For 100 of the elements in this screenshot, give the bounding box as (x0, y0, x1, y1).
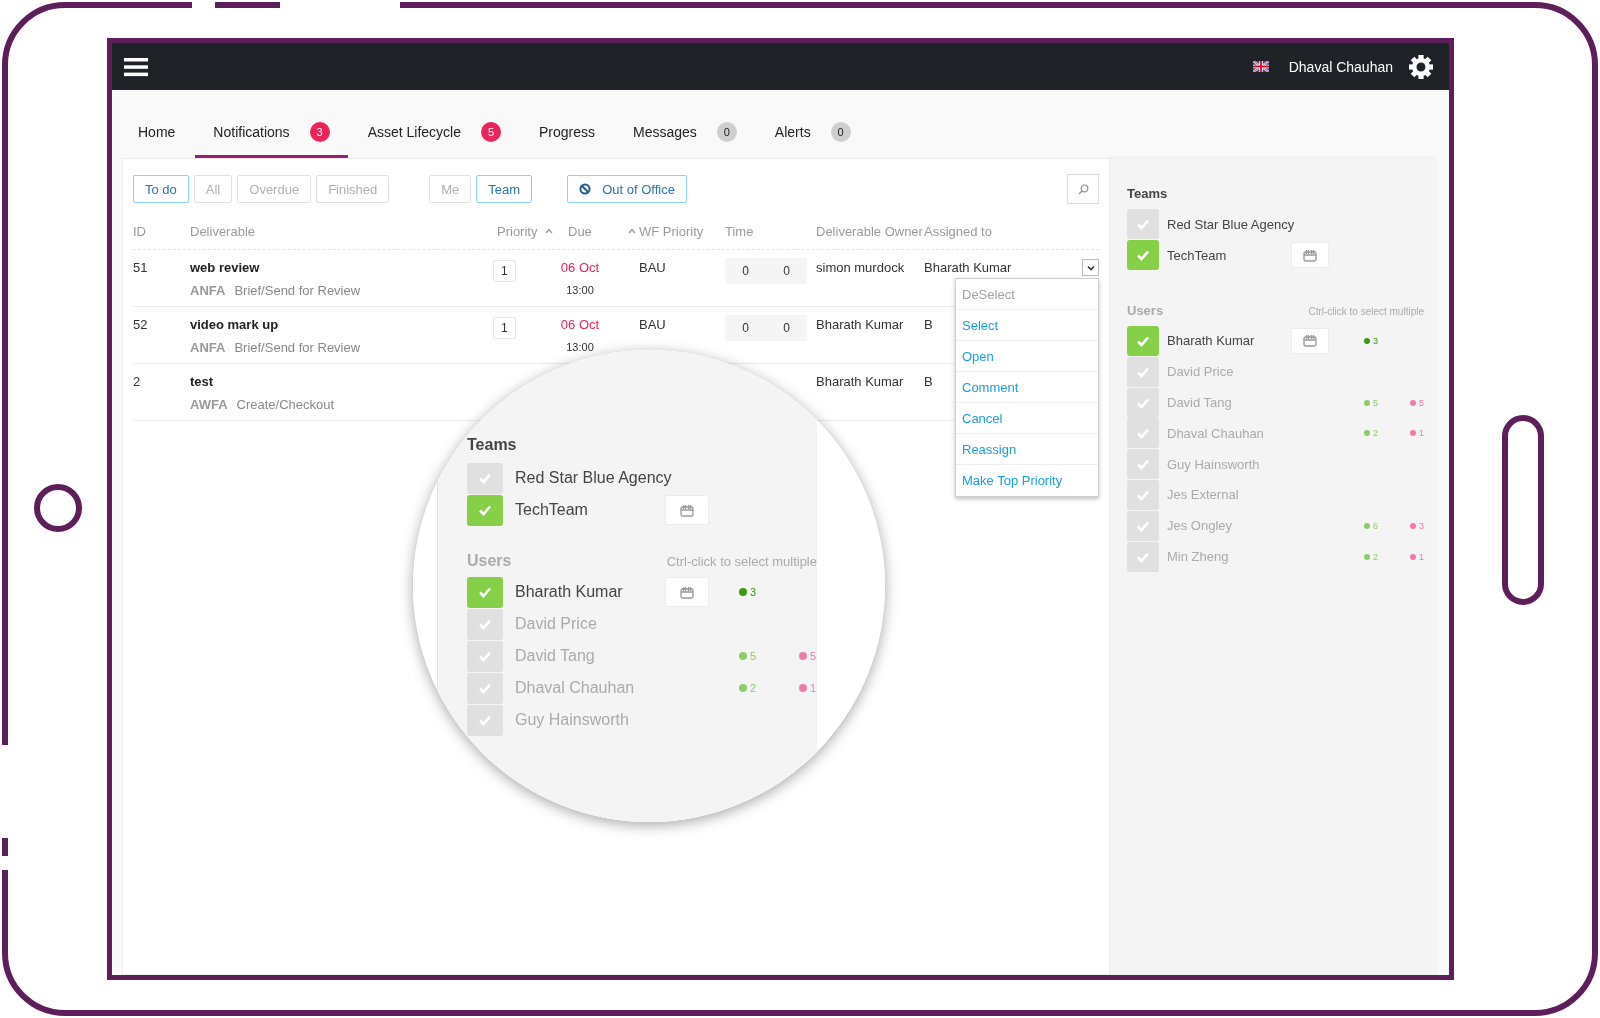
team-name[interactable]: TechTeam (1167, 247, 1289, 263)
count-badge: 5 (481, 122, 501, 142)
user-name[interactable]: David Tang (1167, 395, 1289, 411)
menu-item[interactable]: Open (956, 341, 1098, 372)
nav-tab[interactable]: Home (120, 118, 194, 158)
checkbox[interactable] (1127, 449, 1159, 480)
checkbox[interactable] (467, 704, 503, 736)
calendar-button[interactable] (665, 495, 709, 525)
checkbox[interactable] (1127, 326, 1159, 356)
assignee-cell: B (924, 317, 933, 332)
time-field[interactable]: 0 0 (725, 315, 807, 341)
user-name[interactable]: Bharath Kumar (515, 583, 663, 601)
menu-item[interactable]: Comment (956, 372, 1098, 403)
column-header[interactable]: Priority (497, 223, 538, 239)
settings-icon[interactable] (1409, 54, 1433, 79)
checkbox[interactable] (467, 462, 503, 494)
checkbox[interactable] (1127, 209, 1159, 240)
task-count: 2 (1373, 428, 1378, 439)
checkbox[interactable] (467, 672, 503, 704)
due-time: 13:00 (566, 341, 594, 353)
status-dot (1364, 399, 1370, 406)
sort-caret-icon[interactable] (627, 228, 636, 234)
section-title: Teams (467, 436, 518, 454)
checkbox[interactable] (467, 608, 503, 640)
nav-tab[interactable]: Messages 0 (615, 118, 755, 158)
priority-field[interactable]: 1 (493, 317, 516, 339)
workflow-code: AWFA (190, 397, 228, 412)
checkbox[interactable] (1127, 387, 1159, 418)
assignee-cell: B (924, 374, 933, 389)
user-name[interactable]: Min Zheng (1167, 549, 1289, 565)
checkbox[interactable] (467, 494, 503, 526)
check-icon (1136, 335, 1150, 347)
user-name[interactable]: David Price (515, 615, 663, 633)
filter-button[interactable]: Me (429, 175, 472, 203)
calendar-button[interactable] (1291, 328, 1329, 354)
search-button[interactable] (1067, 174, 1099, 204)
deliverable-title[interactable]: test (190, 374, 497, 389)
flag-icon[interactable] (1252, 61, 1269, 72)
user-name[interactable]: Dhaval Chauhan (515, 679, 663, 697)
user-name[interactable]: Jes External (1167, 487, 1289, 503)
checkbox[interactable] (467, 640, 503, 672)
calendar-button[interactable] (1291, 242, 1329, 269)
user-name[interactable]: Bharath Kumar (1167, 333, 1289, 349)
checkbox[interactable] (1127, 541, 1159, 572)
ban-icon (579, 183, 592, 195)
column-header: WF Priority (639, 223, 704, 239)
team-name[interactable]: Red Star Blue Agency (1167, 216, 1295, 232)
status-dot (799, 652, 807, 660)
status-dot (1364, 553, 1370, 560)
id-cell: 52 (133, 317, 148, 332)
menu-item[interactable]: Cancel (956, 403, 1098, 434)
task-count: 5 (1373, 397, 1378, 408)
task-count: 6 (1373, 520, 1378, 531)
time-field[interactable]: 0 0 (725, 258, 807, 284)
user-name[interactable]: Jes Ongley (1167, 518, 1289, 534)
nav-tab[interactable]: Asset Lifecycle 5 (349, 118, 519, 158)
calendar-icon (680, 503, 694, 517)
user-name[interactable]: David Price (1167, 364, 1289, 380)
checkbox[interactable] (1127, 418, 1159, 449)
task-count: 5 (1419, 397, 1424, 408)
checkbox[interactable] (1127, 240, 1159, 271)
out-of-office-button[interactable]: Out of Office (567, 175, 687, 203)
user-name[interactable]: Dhaval Chauhan (1288, 58, 1393, 75)
priority-field[interactable]: 1 (493, 260, 516, 282)
checkbox[interactable] (1127, 479, 1159, 510)
checkbox[interactable] (1127, 510, 1159, 541)
check-icon (1136, 218, 1150, 231)
filter-button[interactable]: Finished (316, 175, 390, 203)
status-dot (1410, 430, 1416, 437)
task-count: 2 (1373, 551, 1378, 562)
team-name[interactable]: TechTeam (515, 501, 663, 519)
calendar-icon (1303, 334, 1317, 348)
menu-icon[interactable] (124, 56, 148, 77)
filter-button[interactable]: To do (133, 175, 189, 203)
column-header: Deliverable (190, 223, 256, 239)
row-menu-toggle[interactable] (1082, 259, 1099, 276)
nav-tab[interactable]: Progress (521, 118, 614, 158)
checkbox[interactable] (467, 576, 503, 608)
status-dot (1364, 338, 1370, 344)
calendar-button[interactable] (665, 577, 709, 607)
user-name[interactable]: Dhaval Chauhan (1167, 425, 1289, 441)
checkbox[interactable] (1127, 356, 1159, 387)
task-count: 2 (750, 682, 757, 694)
nav-tab[interactable]: Alerts 0 (756, 118, 869, 158)
menu-item[interactable]: Make Top Priority (956, 465, 1098, 496)
status-dot (1410, 553, 1416, 560)
filter-button[interactable]: Team (476, 175, 533, 203)
menu-item[interactable]: Reassign (956, 434, 1098, 465)
sort-caret-icon[interactable] (545, 228, 554, 234)
assignee-cell: Bharath Kumar (924, 260, 1012, 275)
user-name[interactable]: Guy Hainsworth (1167, 456, 1289, 472)
filter-button[interactable]: Overdue (237, 175, 312, 203)
section-title: Users (467, 552, 512, 570)
user-name[interactable]: Guy Hainsworth (515, 711, 663, 729)
team-name[interactable]: Red Star Blue Agency (515, 469, 672, 487)
status-dot (1364, 522, 1370, 529)
column-header[interactable]: Due (568, 223, 592, 239)
menu-item[interactable]: Select (956, 310, 1098, 341)
filter-button[interactable]: All (193, 175, 233, 203)
user-name[interactable]: David Tang (515, 647, 663, 665)
